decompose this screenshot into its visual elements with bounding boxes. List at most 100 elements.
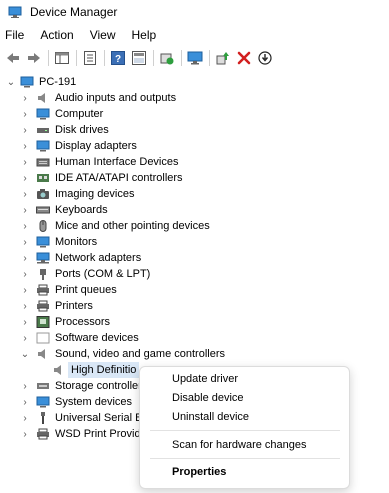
tree-item-ide[interactable]: › IDE ATA/ATAPI controllers — [0, 170, 182, 186]
tree-item-hid[interactable]: › Human Interface Devices — [0, 154, 178, 170]
tree-item-computer[interactable]: › Computer — [0, 106, 103, 122]
disable-device-icon[interactable] — [256, 49, 274, 67]
scan-hardware-icon[interactable] — [158, 49, 176, 67]
tree-item-high-definition-audio[interactable]: High Definitio — [0, 362, 140, 378]
disk-drive-icon — [36, 124, 50, 136]
tree-item-audio[interactable]: › Audio inputs and outputs — [0, 90, 176, 106]
chevron-right-icon[interactable]: › — [20, 253, 30, 264]
chevron-right-icon[interactable]: › — [20, 317, 30, 328]
uninstall-device-menu-item[interactable]: Uninstall device — [172, 410, 249, 424]
update-driver-icon[interactable] — [214, 49, 232, 67]
device-manager-icon — [8, 6, 22, 18]
processor-icon — [36, 316, 50, 328]
chevron-right-icon[interactable]: › — [20, 285, 30, 296]
keyboard-icon — [36, 204, 50, 216]
chevron-right-icon[interactable]: › — [20, 157, 30, 168]
computer-icon — [36, 108, 50, 120]
chevron-right-icon[interactable]: › — [20, 333, 30, 344]
toolbar-separator — [104, 50, 105, 66]
toolbar: ? — [0, 46, 389, 70]
tree-item-sound-video[interactable]: ⌄ Sound, video and game controllers — [0, 346, 225, 362]
tree-item-keyboards[interactable]: › Keyboards — [0, 202, 107, 218]
speaker-icon — [36, 348, 50, 360]
toolbar-separator — [209, 50, 210, 66]
tree-root-label: PC-191 — [39, 76, 77, 88]
storage-controller-icon — [36, 380, 50, 392]
scan-hardware-menu-item[interactable]: Scan for hardware changes — [172, 438, 307, 452]
properties-icon[interactable] — [81, 49, 99, 67]
software-device-icon — [36, 332, 50, 344]
chevron-right-icon[interactable]: › — [20, 93, 30, 104]
chevron-right-icon[interactable]: › — [20, 205, 30, 216]
chevron-down-icon[interactable]: ⌄ — [20, 349, 30, 360]
tree-root[interactable]: ⌄ PC-191 — [0, 74, 77, 90]
tree-item-imaging[interactable]: › Imaging devices — [0, 186, 134, 202]
chevron-right-icon[interactable]: › — [20, 141, 30, 152]
computer-icon — [20, 76, 34, 88]
printer-icon — [36, 284, 50, 296]
hid-icon — [36, 156, 50, 168]
port-icon — [36, 268, 50, 280]
tree-item-system-devices[interactable]: › System devices — [0, 394, 132, 410]
tree-item-software-devices[interactable]: › Software devices — [0, 330, 138, 346]
toolbar-separator — [76, 50, 77, 66]
show-hide-console-tree-icon[interactable] — [53, 49, 71, 67]
menu-help[interactable]: Help — [124, 26, 165, 44]
tree-item-mice[interactable]: › Mice and other pointing devices — [0, 218, 210, 234]
tree-item-storage-controllers[interactable]: › Storage controller — [0, 378, 142, 394]
tree-item-disk-drives[interactable]: › Disk drives — [0, 122, 108, 138]
chevron-right-icon[interactable]: › — [20, 237, 30, 248]
chevron-right-icon[interactable]: › — [20, 173, 30, 184]
toolbar-separator — [153, 50, 154, 66]
context-menu: Update driver Disable device Uninstall d… — [139, 366, 350, 489]
system-device-icon — [36, 396, 50, 408]
chevron-right-icon[interactable]: › — [20, 125, 30, 136]
chevron-right-icon[interactable]: › — [20, 109, 30, 120]
uninstall-device-icon[interactable] — [235, 49, 253, 67]
tree-item-network[interactable]: › Network adapters — [0, 250, 141, 266]
chevron-right-icon[interactable]: › — [20, 381, 30, 392]
chevron-right-icon[interactable]: › — [20, 189, 30, 200]
monitor-icon[interactable] — [186, 49, 204, 67]
tree-item-print-queues[interactable]: › Print queues — [0, 282, 116, 298]
status-bar — [0, 486, 389, 493]
chevron-right-icon[interactable]: › — [20, 221, 30, 232]
chevron-right-icon[interactable]: › — [20, 269, 30, 280]
disable-device-menu-item[interactable]: Disable device — [172, 391, 244, 405]
help-icon[interactable]: ? — [109, 49, 127, 67]
chevron-down-icon[interactable]: ⌄ — [6, 77, 16, 88]
forward-icon[interactable] — [25, 49, 43, 67]
printer-icon — [36, 428, 50, 440]
menu-file[interactable]: File — [0, 26, 32, 44]
menu-bar: File Action View Help — [0, 26, 164, 44]
usb-icon — [36, 412, 50, 424]
camera-icon — [36, 188, 50, 200]
properties-menu-item[interactable]: Properties — [172, 465, 226, 479]
toolbar-separator — [181, 50, 182, 66]
chevron-right-icon[interactable]: › — [20, 301, 30, 312]
tree-item-display-adapters[interactable]: › Display adapters — [0, 138, 137, 154]
tree-item-wsd-print[interactable]: › WSD Print Provide — [0, 426, 146, 442]
display-adapter-icon — [36, 140, 50, 152]
speaker-icon — [52, 364, 66, 376]
monitor-icon — [36, 236, 50, 248]
chevron-right-icon[interactable]: › — [20, 429, 30, 440]
back-icon[interactable] — [4, 49, 22, 67]
tree-item-usb[interactable]: › Universal Serial Bu — [0, 410, 149, 426]
printer-icon — [36, 300, 50, 312]
chevron-right-icon[interactable]: › — [20, 413, 30, 424]
speaker-icon — [36, 92, 50, 104]
menu-view[interactable]: View — [82, 26, 124, 44]
show-hidden-icon[interactable] — [130, 49, 148, 67]
tree-item-ports[interactable]: › Ports (COM & LPT) — [0, 266, 150, 282]
tree-item-printers[interactable]: › Printers — [0, 298, 93, 314]
network-adapter-icon — [36, 252, 50, 264]
mouse-icon — [36, 220, 50, 232]
tree-item-processors[interactable]: › Processors — [0, 314, 110, 330]
chevron-right-icon[interactable]: › — [20, 397, 30, 408]
toolbar-separator — [48, 50, 49, 66]
menu-action[interactable]: Action — [32, 26, 81, 44]
tree-item-monitors[interactable]: › Monitors — [0, 234, 97, 250]
menu-separator — [150, 458, 340, 459]
update-driver-menu-item[interactable]: Update driver — [172, 372, 238, 386]
